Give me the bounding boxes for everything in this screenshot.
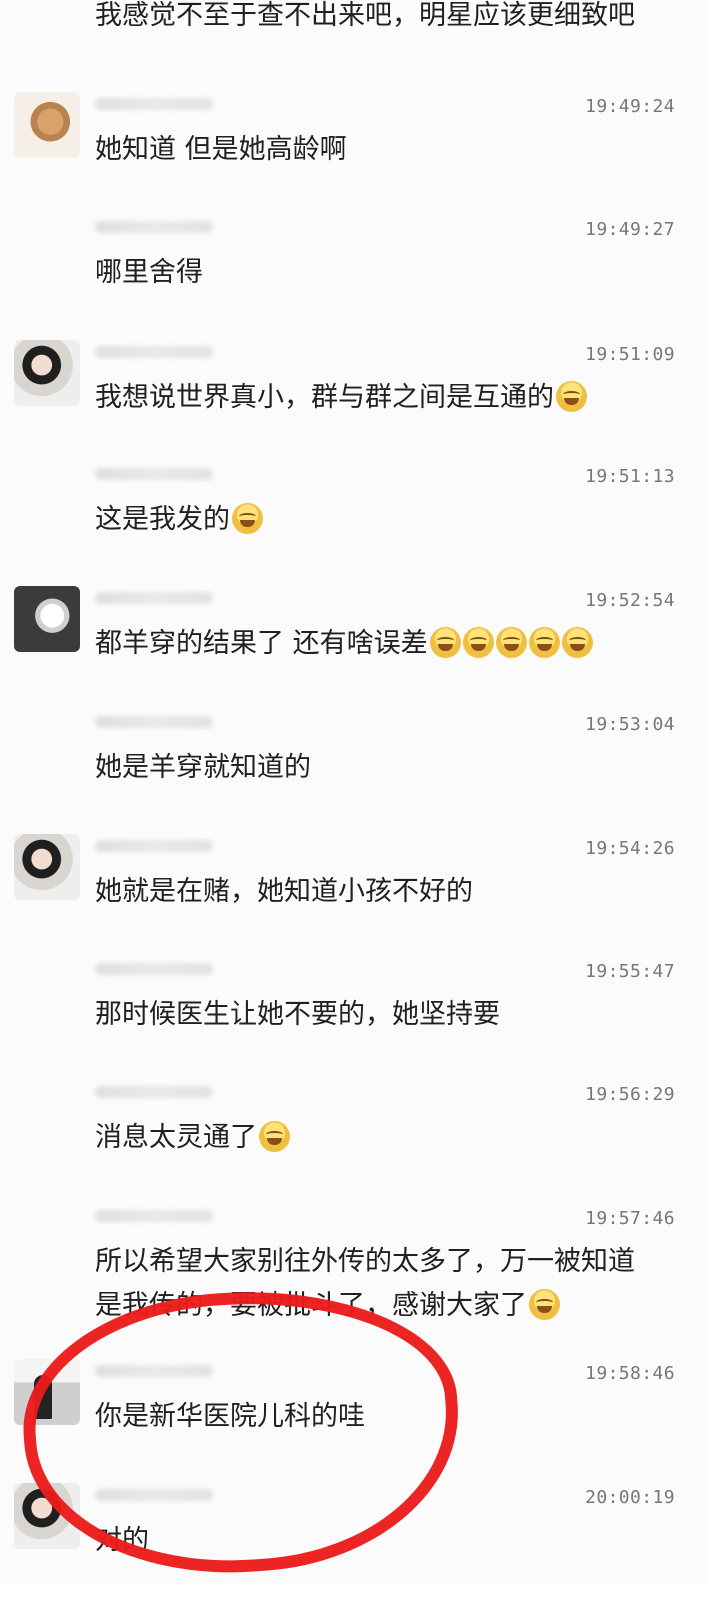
blurred-sender-name [95,716,213,728]
laughing-face-icon [232,503,263,534]
laughing-face-icon [556,381,587,412]
avatar [14,340,80,406]
message-content: 消息太灵通了 [95,1122,257,1153]
message-time: 19:54:26 [585,838,675,859]
avatar [14,92,80,158]
avatar [14,215,80,281]
chat-message: 19:54:26 她就是在赌，她知道小孩不好的 [0,832,707,954]
message-text: 她是羊穿就知道的 [95,752,311,783]
chat-message: 19:52:54 都羊穿的结果了 还有啥误差 [0,584,707,706]
laughing-face-icon [529,1289,560,1320]
message-text: 都羊穿的结果了 还有啥误差 [95,622,655,666]
blurred-sender-name [95,221,213,233]
message-text: 那时候医生让她不要的，她坚持要 [95,999,500,1030]
message-time: 19:53:04 [585,714,675,735]
avatar [14,710,80,776]
message-time: 19:57:46 [585,1208,675,1229]
avatar [14,1080,80,1146]
laughing-face-icon [528,627,560,658]
message-text: 她就是在赌，她知道小孩不好的 [95,876,473,907]
message-text: 她知道 但是她高龄啊 [95,134,347,165]
blurred-sender-name [95,346,213,358]
blurred-sender-name [95,592,213,604]
laughing-face-icon [259,1121,290,1152]
chat-message: 19:49:27 哪里舍得 [0,213,707,335]
chat-message: 19:55:47 那时候医生让她不要的，她坚持要 [0,955,707,1077]
laughing-face-icon [495,627,527,658]
avatar [14,1204,80,1270]
chat-message: 19:51:09 我想说世界真小，群与群之间是互通的 [0,338,707,460]
avatar [14,834,80,900]
blurred-sender-name [95,1086,213,1098]
chat-message: 19:49:24 她知道 但是她高龄啊 [0,90,707,212]
blurred-sender-name [95,840,213,852]
laughing-face-icon [429,627,461,658]
message-text: 这是我发的 [95,498,655,542]
message-time: 19:58:46 [585,1363,675,1384]
blurred-sender-name [95,98,213,110]
message-time: 20:00:19 [585,1487,675,1508]
message-text: 我想说世界真小，群与群之间是互通的 [95,376,655,420]
chat-message: 19:51:13 这是我发的 [0,460,707,582]
avatar [14,586,80,652]
message-text: 消息太灵通了 [95,1116,655,1160]
message-content: 这是我发的 [95,504,230,535]
avatar [14,957,80,1023]
chat-screenshot: 我感觉不至于查不出来吧，明星应该更细致吧 19:49:24 她知道 但是她高龄啊… [0,0,707,1587]
message-time: 19:51:09 [585,344,675,365]
laughing-face-icon [561,627,593,658]
message-text: 哪里舍得 [95,257,203,288]
chat-message: 19:56:29 消息太灵通了 [0,1078,707,1200]
message-time: 19:52:54 [585,590,675,611]
message-content: 我想说世界真小，群与群之间是互通的 [95,382,554,413]
blurred-sender-name [95,468,213,480]
message-time: 19:49:24 [585,96,675,117]
message-time: 19:51:13 [585,466,675,487]
message-time: 19:56:29 [585,1084,675,1105]
message-time: 19:49:27 [585,219,675,240]
message-text: 我感觉不至于查不出来吧，明星应该更细致吧 [95,0,635,31]
message-content: 都羊穿的结果了 还有啥误差 [95,628,428,659]
message-time: 19:55:47 [585,961,675,982]
avatar [14,462,80,528]
chat-message: 19:53:04 她是羊穿就知道的 [0,708,707,830]
blurred-sender-name [95,963,213,975]
laughing-face-icon [462,627,494,658]
blurred-sender-name [95,1210,213,1222]
